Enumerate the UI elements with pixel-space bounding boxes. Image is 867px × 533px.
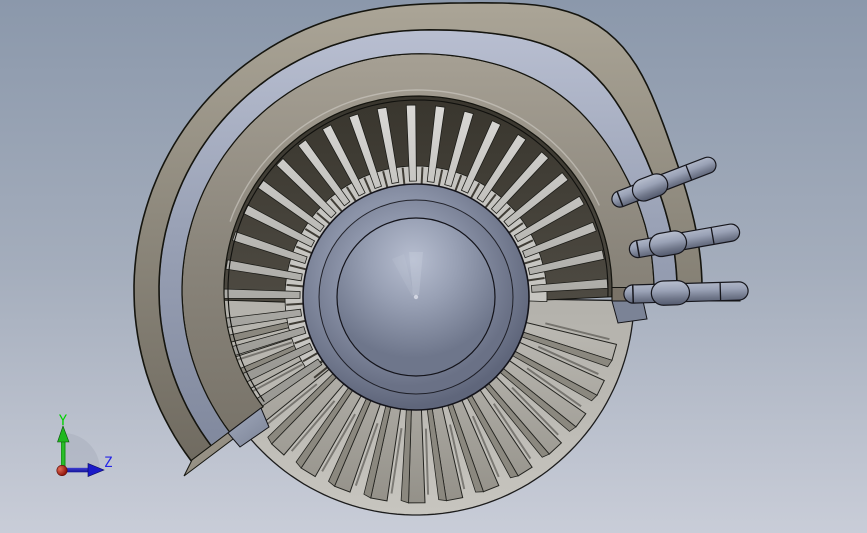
z-axis-label: Z <box>104 455 112 471</box>
viewport-canvas[interactable]: Y Z <box>0 0 867 533</box>
vane-root-gap <box>286 302 305 306</box>
cone-apex-point <box>413 294 419 300</box>
pipe-collar <box>633 174 668 201</box>
vane-root-gap <box>420 167 424 186</box>
y-axis-label: Y <box>59 413 68 429</box>
right-cut-face-accent <box>611 300 648 324</box>
x-axis-origin-dot <box>56 464 68 476</box>
cad-viewport[interactable]: Y Z <box>0 0 867 533</box>
pipe-collar <box>650 231 686 256</box>
